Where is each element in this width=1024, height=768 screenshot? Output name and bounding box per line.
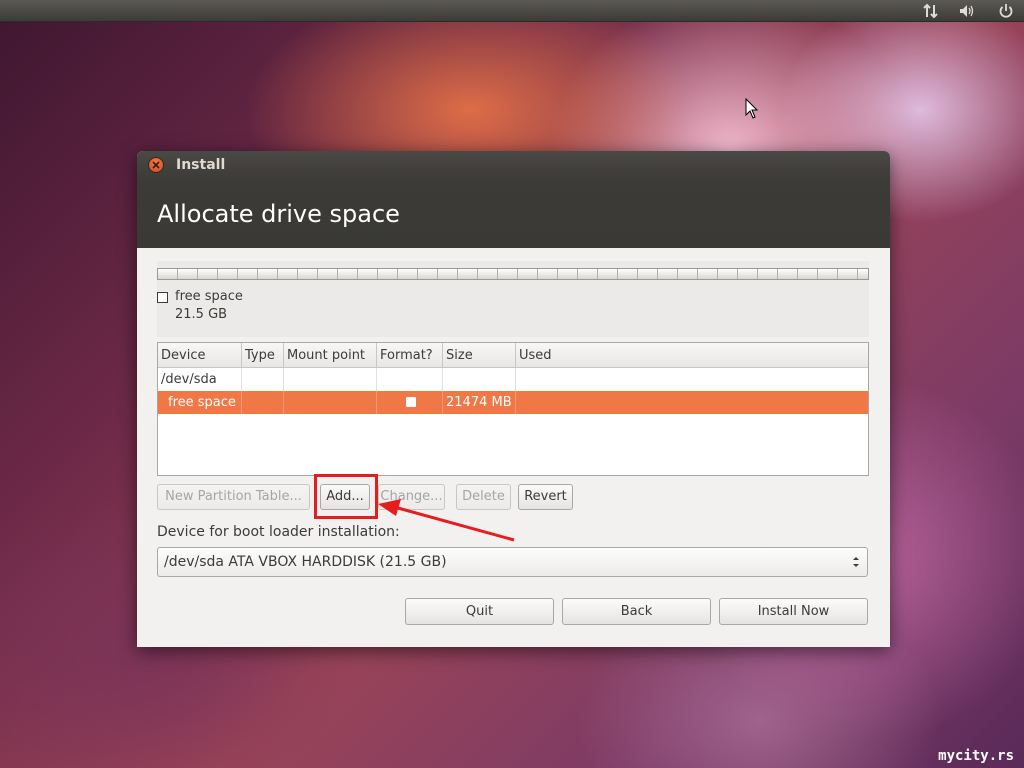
watermark: mycity.rs — [938, 748, 1014, 764]
boot-loader-label: Device for boot loader installation: — [157, 524, 400, 540]
cell-device: free space — [158, 391, 242, 414]
window-title: Install — [176, 157, 226, 173]
cell-format — [377, 391, 443, 414]
cell-used — [516, 368, 868, 391]
updown-arrows-icon — [853, 557, 859, 567]
legend-swatch — [157, 292, 168, 303]
cell-size: 21474 MB — [443, 391, 516, 414]
install-now-button[interactable]: Install Now — [719, 598, 868, 625]
add-partition-button[interactable]: Add... — [320, 484, 370, 510]
boot-loader-select[interactable]: /dev/sda ATA VBOX HARDDISK (21.5 GB) — [157, 547, 868, 577]
close-icon[interactable] — [148, 157, 164, 173]
table-row[interactable]: /dev/sda — [158, 368, 868, 391]
network-icon[interactable] — [918, 0, 944, 22]
cell-type — [242, 368, 284, 391]
boot-loader-value: /dev/sda ATA VBOX HARDDISK (21.5 GB) — [164, 554, 447, 570]
table-row-selected[interactable]: free space 21474 MB — [158, 391, 868, 414]
table-header: Device Type Mount point Format? Size Use… — [158, 343, 868, 368]
cell-device: /dev/sda — [158, 368, 242, 391]
mouse-cursor-icon — [745, 98, 759, 119]
delete-partition-button[interactable]: Delete — [456, 484, 511, 510]
quit-button[interactable]: Quit — [405, 598, 554, 625]
legend-name: free space — [175, 289, 243, 304]
cell-used — [516, 391, 868, 414]
change-partition-button[interactable]: Change... — [378, 484, 445, 510]
new-partition-table-button[interactable]: New Partition Table... — [157, 484, 310, 510]
column-header-size[interactable]: Size — [443, 343, 516, 368]
cell-mount — [284, 368, 377, 391]
cell-type — [242, 391, 284, 414]
install-window: Install Allocate drive space free space … — [137, 151, 890, 647]
legend-size: 21.5 GB — [175, 307, 228, 322]
revert-button[interactable]: Revert — [518, 484, 573, 510]
top-panel — [0, 0, 1024, 22]
partition-bar — [157, 268, 869, 280]
back-button[interactable]: Back — [562, 598, 711, 625]
cell-size — [443, 368, 516, 391]
column-header-device[interactable]: Device — [158, 343, 242, 368]
volume-icon[interactable] — [954, 0, 980, 22]
power-icon[interactable] — [993, 0, 1019, 22]
partition-table[interactable]: Device Type Mount point Format? Size Use… — [157, 342, 869, 476]
cell-mount — [284, 391, 377, 414]
partition-bar-area: free space 21.5 GB — [157, 261, 869, 337]
titlebar: Install Allocate drive space — [137, 151, 890, 248]
column-header-used[interactable]: Used — [516, 343, 868, 368]
column-header-mount-point[interactable]: Mount point — [284, 343, 377, 368]
page-title: Allocate drive space — [157, 200, 400, 228]
cell-format — [377, 368, 443, 391]
format-checkbox[interactable] — [406, 397, 416, 407]
column-header-type[interactable]: Type — [242, 343, 284, 368]
column-header-format[interactable]: Format? — [377, 343, 443, 368]
